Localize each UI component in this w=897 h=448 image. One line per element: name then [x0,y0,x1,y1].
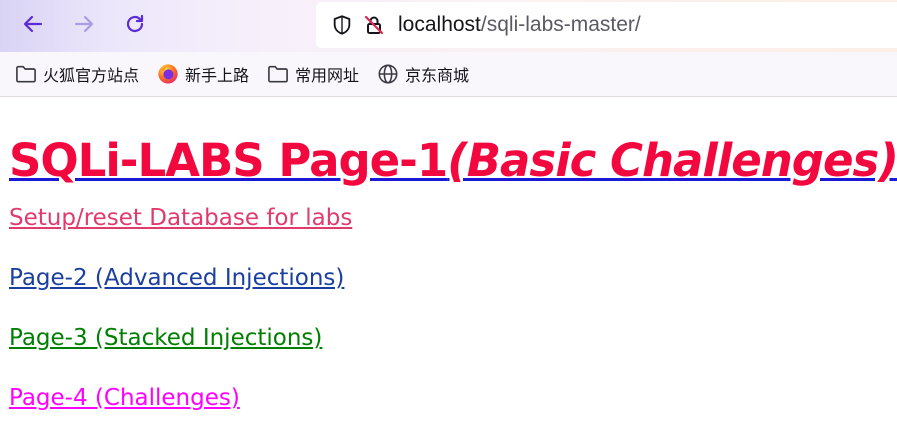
reload-button[interactable] [117,8,153,44]
bookmark-getting-started[interactable]: 新手上路 [156,62,249,86]
setup-reset-db-link[interactable]: Setup/reset Database for labs [9,205,352,231]
reload-icon [123,12,147,40]
bookmark-label: 新手上路 [185,66,250,85]
folder-icon [14,62,38,86]
page-title-link[interactable]: SQLi-LABS Page-1(Basic Challenges) [9,134,897,187]
bookmark-label: 京东商城 [405,66,470,85]
browser-toolbar: localhost/sqli-labs-master/ [0,0,897,52]
url-host: localhost [398,13,481,36]
back-button[interactable] [15,8,51,44]
bookmark-common-sites[interactable]: 常用网址 [266,62,359,86]
bookmark-firefox-official[interactable]: 火狐官方站点 [14,62,139,86]
firefox-icon [156,62,180,86]
back-arrow-icon [21,12,45,40]
forward-button[interactable] [66,8,102,44]
page-4-link[interactable]: Page-4 (Challenges) [9,385,240,411]
page-3-link[interactable]: Page-3 (Stacked Injections) [9,325,322,351]
link-row-page-3: Page-3 (Stacked Injections) [9,325,897,351]
folder-icon [266,62,290,86]
bookmark-label: 常用网址 [295,66,360,85]
url-text[interactable]: localhost/sqli-labs-master/ [398,13,641,37]
page-content: SQLi-LABS Page-1(Basic Challenges) Setup… [0,97,897,411]
title-sub: (Basic Challenges) [447,134,897,187]
bookmark-jd-mall[interactable]: 京东商城 [376,62,469,86]
link-row-page-4: Page-4 (Challenges) [9,385,897,411]
link-row-page-2: Page-2 (Advanced Injections) [9,265,897,291]
bookmarks-bar: 火狐官方站点 新手上路 常用网址 京东商城 [0,52,897,97]
url-path: /sqli-labs-master/ [480,13,641,36]
title-main: SQLi-LABS Page-1 [9,134,448,187]
url-bar[interactable]: localhost/sqli-labs-master/ [316,2,897,48]
forward-arrow-icon [72,12,96,40]
page-2-link[interactable]: Page-2 (Advanced Injections) [9,265,344,291]
shield-icon[interactable] [328,11,356,39]
link-row-setup: Setup/reset Database for labs [9,205,897,231]
page-title: SQLi-LABS Page-1(Basic Challenges) [9,97,897,189]
insecure-lock-icon[interactable] [360,11,388,39]
globe-icon [376,62,400,86]
bookmark-label: 火狐官方站点 [43,66,140,85]
